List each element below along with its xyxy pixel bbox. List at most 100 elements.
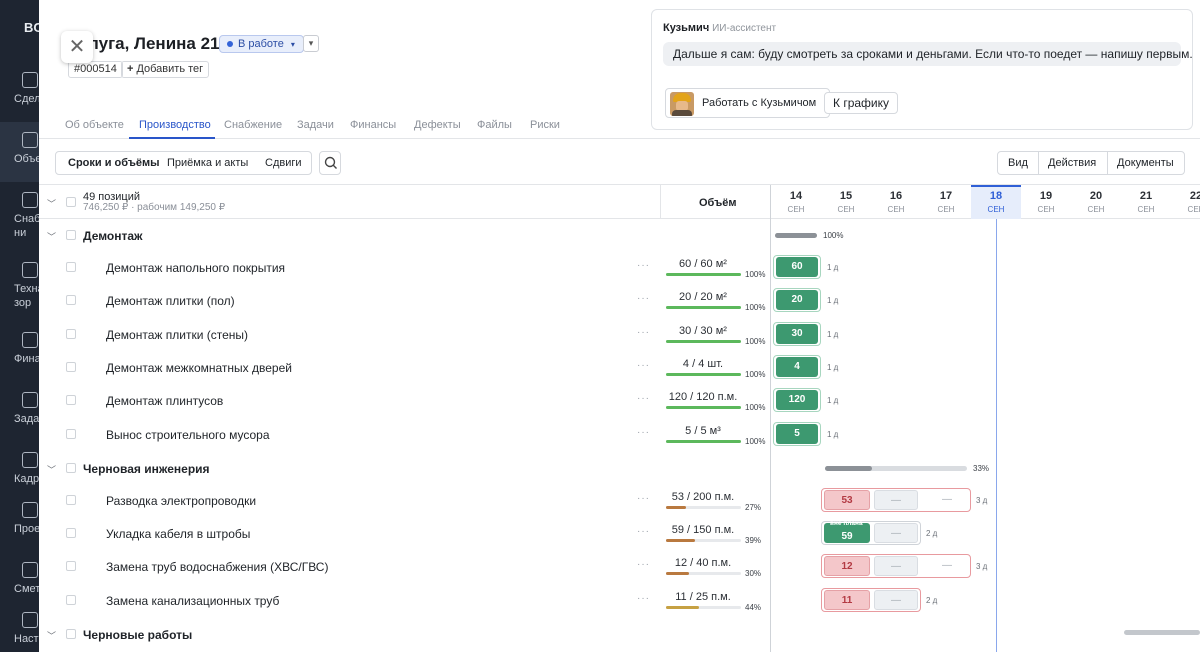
chevron-down-icon[interactable]: ﹀ xyxy=(47,463,56,476)
segment-acceptance[interactable]: Приёмка и акты xyxy=(167,152,248,174)
gantt-day: 14 СЕН xyxy=(771,190,821,214)
gantt-bar[interactable]: 20 xyxy=(776,290,818,310)
row-checkbox[interactable] xyxy=(66,528,76,538)
more-dots-icon[interactable]: ··· xyxy=(637,493,650,504)
gantt-placeholder: — xyxy=(942,560,952,571)
group-checkbox[interactable] xyxy=(66,629,76,639)
row-checkbox[interactable] xyxy=(66,262,76,272)
nav-icon xyxy=(22,452,38,468)
more-dots-icon[interactable]: ··· xyxy=(637,427,650,438)
more-dots-icon[interactable]: ··· xyxy=(637,393,650,404)
row-checkbox[interactable] xyxy=(66,362,76,372)
horizontal-scrollbar[interactable] xyxy=(1124,630,1200,635)
more-dots-icon[interactable]: ··· xyxy=(637,559,650,570)
gantt-duration: 1 д xyxy=(827,296,839,305)
task-progress-fill xyxy=(666,306,741,309)
task-name: Демонтаж напольного покрытия xyxy=(106,261,286,275)
today-line xyxy=(996,219,997,652)
segment-shifts[interactable]: Сдвиги xyxy=(265,152,302,174)
gantt-day: 22 СЕН xyxy=(1171,190,1200,214)
segment-timing[interactable]: Сроки и объёмы xyxy=(68,152,160,174)
plus-icon: + xyxy=(127,63,134,75)
active-tab-indicator xyxy=(129,137,215,139)
row-checkbox[interactable] xyxy=(66,561,76,571)
search-button[interactable] xyxy=(319,151,341,175)
task-volume: 30 / 30 м² xyxy=(679,325,727,337)
gantt-day: 19 СЕН xyxy=(1021,190,1071,214)
gantt-bar[interactable]: 120 xyxy=(776,390,818,410)
select-all-checkbox[interactable] xyxy=(66,197,76,207)
group-checkbox[interactable] xyxy=(66,462,76,473)
task-volume: 4 / 4 шт. xyxy=(682,358,724,370)
gantt-day-month: СЕН xyxy=(1187,205,1200,214)
task-progress-bar xyxy=(666,406,741,409)
chevron-down-icon[interactable]: ﹀ xyxy=(47,230,56,243)
row-checkbox[interactable] xyxy=(66,595,76,605)
gantt-day-number: 22 xyxy=(1189,190,1200,202)
task-progress-fill xyxy=(666,506,687,509)
gantt-bar[interactable]: 5 xyxy=(776,424,818,444)
gantt-day: 16 СЕН xyxy=(871,190,921,214)
nav-icon xyxy=(22,332,38,348)
task-volume: 5 / 5 м³ xyxy=(685,425,721,437)
row-checkbox[interactable] xyxy=(66,495,76,505)
task-name: Демонтаж плитки (стены) xyxy=(106,328,249,342)
assistant-panel: Кузьмич · ИИ-ассистент Дальше я сам: буд… xyxy=(651,9,1193,130)
gantt-bar[interactable]: 60 xyxy=(776,257,818,277)
gantt-day: 18 СЕН xyxy=(971,190,1021,214)
gantt-day-month: СЕН xyxy=(987,205,1005,214)
nav-icon xyxy=(22,132,38,148)
task-volume: 53 / 200 п.м. xyxy=(671,491,735,503)
chevron-down-icon[interactable]: ﹀ xyxy=(47,629,56,642)
gantt-bar[interactable]: 12 xyxy=(824,556,870,576)
group-progress-fill xyxy=(825,465,872,471)
actions-button[interactable]: Действия xyxy=(1048,152,1096,174)
gantt-day-month: СЕН xyxy=(1137,205,1155,214)
task-volume: 12 / 40 п.м. xyxy=(674,557,732,569)
more-dots-icon[interactable]: ··· xyxy=(637,260,650,271)
more-dots-icon[interactable]: ··· xyxy=(637,327,650,338)
add-tag-button[interactable]: + Добавить тег xyxy=(121,61,210,78)
group-progress-bar xyxy=(825,465,967,471)
status-more-button[interactable]: ▾ xyxy=(303,35,319,52)
gantt-day-number: 16 xyxy=(889,190,903,202)
gantt-bar[interactable]: 11 xyxy=(824,590,870,610)
tab-risks[interactable]: Риски xyxy=(530,119,560,131)
tab-production[interactable]: Производство xyxy=(139,119,211,131)
task-name: Разводка электропроводки xyxy=(106,494,257,508)
more-dots-icon[interactable]: ··· xyxy=(637,593,650,604)
more-dots-icon[interactable]: ··· xyxy=(637,360,650,371)
gantt-placeholder: — xyxy=(942,494,952,505)
close-button[interactable]: ✕ xyxy=(61,31,93,63)
gantt-duration: 3 д xyxy=(976,562,988,571)
gantt-bar[interactable]: 53 xyxy=(824,490,870,510)
tab-supply[interactable]: Снабжение xyxy=(224,119,282,131)
documents-button[interactable]: Документы xyxy=(1117,152,1174,174)
tab-tasks[interactable]: Задачи xyxy=(297,119,334,131)
row-checkbox[interactable] xyxy=(66,429,76,439)
tab-files[interactable]: Файлы xyxy=(477,119,512,131)
view-button[interactable]: Вид xyxy=(1008,152,1028,174)
gantt-duration: 1 д xyxy=(827,263,839,272)
more-dots-icon[interactable]: ··· xyxy=(637,293,650,304)
gantt-day-number: 17 xyxy=(939,190,953,202)
gantt-bar[interactable]: 4 xyxy=(776,357,818,377)
row-checkbox[interactable] xyxy=(66,329,76,339)
tab-defects[interactable]: Дефекты xyxy=(414,119,461,131)
task-progress-label: 44% xyxy=(745,603,762,612)
group-checkbox[interactable] xyxy=(66,230,76,240)
to-schedule-button[interactable]: К графику xyxy=(824,92,899,114)
group-progress-fill xyxy=(775,233,817,238)
chevron-down-icon[interactable]: ﹀ xyxy=(47,197,56,210)
chevron-down-icon: ▾ xyxy=(308,38,314,48)
work-with-assistant-button[interactable]: Работать с Кузьмичом xyxy=(665,88,830,118)
row-checkbox[interactable] xyxy=(66,295,76,305)
more-dots-icon[interactable]: ··· xyxy=(637,526,650,537)
task-progress-fill xyxy=(666,406,741,409)
gantt-bar[interactable]: 30 xyxy=(776,324,818,344)
status-dropdown[interactable]: В работе ▾ xyxy=(219,35,304,53)
tab-finance[interactable]: Финансы xyxy=(350,119,396,131)
tab-about[interactable]: Об объекте xyxy=(65,119,124,131)
row-checkbox[interactable] xyxy=(66,395,76,405)
gantt-day-month: СЕН xyxy=(837,205,855,214)
